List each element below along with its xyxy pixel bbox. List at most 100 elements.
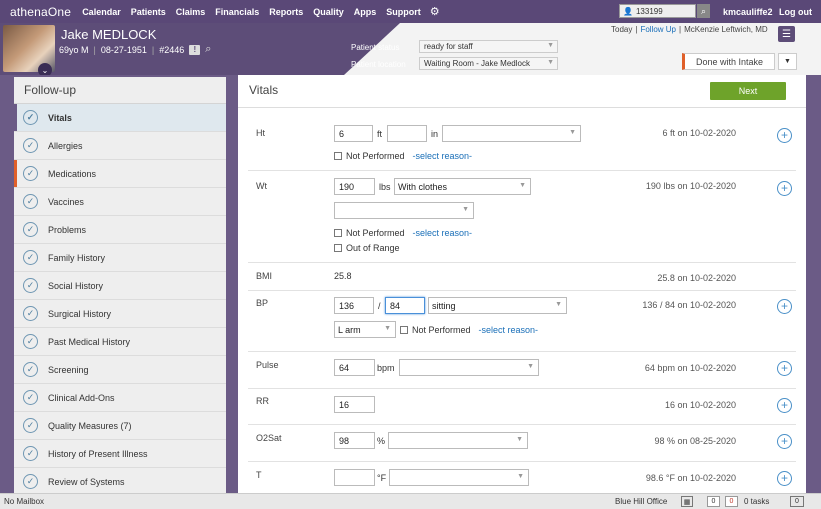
count-badge-1[interactable]: 0: [707, 496, 720, 507]
sidebar-item-review-of-systems[interactable]: ✓ Review of Systems: [14, 468, 226, 496]
plus-icon: +: [780, 471, 788, 485]
add-o2sat-button[interactable]: +: [777, 434, 792, 449]
sidebar-item-label: Quality Measures (7): [48, 420, 132, 431]
check-circle-icon: ✓: [23, 362, 38, 377]
sidebar-item-medications[interactable]: ✓ Medications: [14, 160, 226, 188]
patient-search-input[interactable]: 👤 133199: [619, 4, 696, 18]
nav-calendar[interactable]: Calendar: [82, 7, 121, 17]
nav-quality[interactable]: Quality: [313, 7, 344, 17]
bp-site-select[interactable]: L arm ▼: [334, 321, 396, 338]
next-button[interactable]: Next: [710, 82, 786, 100]
logout-link[interactable]: Log out: [779, 7, 812, 17]
add-rr-button[interactable]: +: [777, 398, 792, 413]
height-inches-input[interactable]: [387, 125, 427, 142]
magnify-icon[interactable]: ⌕: [205, 43, 211, 56]
office-name[interactable]: Blue Hill Office: [615, 497, 667, 506]
sidebar-item-past-medical-history[interactable]: ✓ Past Medical History: [14, 328, 226, 356]
sidebar-item-surgical-history[interactable]: ✓ Surgical History: [14, 300, 226, 328]
done-with-intake-button[interactable]: Done with Intake: [682, 53, 775, 70]
alert-icon[interactable]: !: [189, 44, 201, 55]
pulse-last-value: 64 bpm on 10-02-2020: [644, 363, 736, 373]
divider: [238, 107, 806, 108]
nav-patients[interactable]: Patients: [131, 7, 166, 17]
add-height-button[interactable]: +: [777, 128, 792, 143]
calendar-icon[interactable]: ▦: [681, 496, 693, 507]
nav-financials[interactable]: Financials: [215, 7, 259, 17]
temperature-label: T: [256, 470, 262, 480]
patient-id: #2446: [159, 44, 185, 55]
not-performed-label: Not Performed: [346, 228, 405, 238]
checkbox[interactable]: [334, 229, 342, 237]
weight-input[interactable]: 190: [334, 178, 375, 195]
nav-support[interactable]: Support: [386, 7, 421, 17]
hamburger-menu-icon[interactable]: ☰: [778, 26, 795, 42]
app-logo[interactable]: athenaOne: [10, 5, 71, 19]
patient-status-select[interactable]: ready for staff ▼: [419, 40, 558, 53]
weight-out-of-range[interactable]: Out of Range: [334, 243, 400, 253]
nav-claims[interactable]: Claims: [176, 7, 206, 17]
pulse-input[interactable]: 64: [334, 359, 375, 376]
add-bp-button[interactable]: +: [777, 299, 792, 314]
patient-demographics: 69yo M | 08-27-1951 | #2446 ! ⌕: [59, 43, 211, 56]
follow-up-link[interactable]: Follow Up: [640, 25, 676, 34]
count-badge-2[interactable]: 0: [725, 496, 738, 507]
bp-position-select[interactable]: sitting ▼: [428, 297, 567, 314]
nav-reports[interactable]: Reports: [269, 7, 303, 17]
temperature-input[interactable]: [334, 469, 375, 486]
patient-status-value: ready for staff: [424, 42, 473, 51]
provider-name[interactable]: McKenzie Leftwich, MD: [684, 25, 768, 34]
gear-icon[interactable]: ⚙: [430, 5, 440, 18]
weight-clothing-select[interactable]: With clothes ▼: [394, 178, 531, 195]
weight-extra-select[interactable]: ▼: [334, 202, 474, 219]
sidebar-item-problems[interactable]: ✓ Problems: [14, 216, 226, 244]
rr-input[interactable]: 16: [334, 396, 375, 413]
sidebar-item-hpi[interactable]: ✓ History of Present Illness: [14, 440, 226, 468]
today-link[interactable]: Today: [611, 25, 632, 34]
bp-not-performed[interactable]: Not Performed -select reason-: [400, 325, 538, 335]
checkbox[interactable]: [334, 244, 342, 252]
check-circle-icon: ✓: [23, 334, 38, 349]
temperature-method-select[interactable]: ▼: [389, 469, 529, 486]
person-icon: 👤: [623, 6, 633, 16]
checkbox[interactable]: [334, 152, 342, 160]
o2sat-input[interactable]: 98: [334, 432, 375, 449]
nav-apps[interactable]: Apps: [354, 7, 377, 17]
add-weight-button[interactable]: +: [777, 181, 792, 196]
sidebar-item-clinical-add-ons[interactable]: ✓ Clinical Add-Ons: [14, 384, 226, 412]
sidebar-item-social-history[interactable]: ✓ Social History: [14, 272, 226, 300]
sidebar-item-allergies[interactable]: ✓ Allergies: [14, 132, 226, 160]
patient-location-select[interactable]: Waiting Room - Jake Medlock ▼: [419, 57, 558, 70]
divider: |: [151, 44, 155, 55]
height-method-select[interactable]: ▼: [442, 125, 581, 142]
sidebar-item-vaccines[interactable]: ✓ Vaccines: [14, 188, 226, 216]
height-feet-input[interactable]: 6: [334, 125, 373, 142]
bp-systolic-input[interactable]: 136: [334, 297, 374, 314]
sidebar-item-family-history[interactable]: ✓ Family History: [14, 244, 226, 272]
done-dropdown-button[interactable]: ▼: [778, 53, 797, 70]
o2sat-method-select[interactable]: ▼: [388, 432, 528, 449]
add-temperature-button[interactable]: +: [777, 471, 792, 486]
tasks-count[interactable]: 0 tasks: [744, 497, 769, 506]
username-link[interactable]: kmcauliffe2: [723, 7, 773, 17]
sidebar-item-label: Screening: [48, 364, 89, 375]
chat-icon[interactable]: 0: [790, 496, 804, 507]
sidebar-item-quality-measures[interactable]: ✓ Quality Measures (7): [14, 412, 226, 440]
select-reason-link[interactable]: -select reason-: [413, 228, 473, 238]
search-button[interactable]: ⌕: [697, 4, 710, 18]
sidebar-item-screening[interactable]: ✓ Screening: [14, 356, 226, 384]
pulse-method-select[interactable]: ▼: [399, 359, 539, 376]
patient-name[interactable]: Jake MEDLOCK: [61, 27, 156, 42]
height-not-performed[interactable]: Not Performed -select reason-: [334, 151, 472, 161]
add-pulse-button[interactable]: +: [777, 361, 792, 376]
sidebar-item-label: History of Present Illness: [48, 448, 148, 459]
checkbox[interactable]: [400, 326, 408, 334]
mailbox-status[interactable]: No Mailbox: [4, 497, 44, 506]
sidebar-item-vitals[interactable]: ✓ Vitals: [14, 104, 226, 132]
select-reason-link[interactable]: -select reason-: [479, 325, 539, 335]
select-reason-link[interactable]: -select reason-: [413, 151, 473, 161]
weight-not-performed[interactable]: Not Performed -select reason-: [334, 228, 472, 238]
bp-diastolic-input[interactable]: 84: [385, 297, 425, 314]
vitals-panel: Vitals Next Ht 6 ft in ▼ Not Performed -s…: [238, 75, 806, 493]
patient-status-label: Patient status: [351, 43, 400, 52]
check-circle-icon: ✓: [23, 166, 38, 181]
